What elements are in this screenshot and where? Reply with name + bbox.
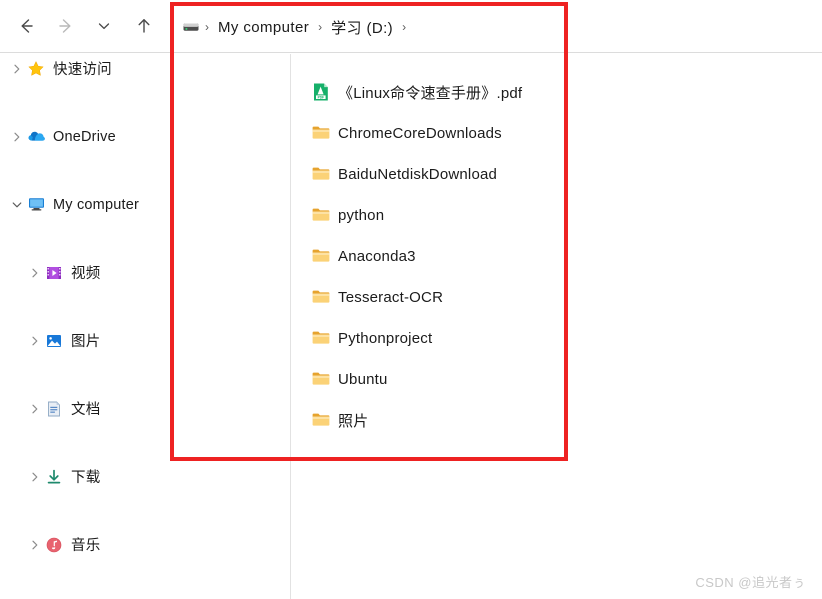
arrow-right-icon (59, 19, 71, 33)
folder-icon (310, 245, 332, 267)
music-icon (44, 535, 64, 555)
arrow-up-icon (138, 19, 150, 33)
sidebar-item-downloads[interactable]: 下载 (0, 462, 287, 491)
file-explorer-window: › My computer › 学习 (D:) › 快速访问 OneDrive … (0, 0, 822, 599)
drive-icon[interactable] (182, 18, 200, 36)
arrow-left-icon (21, 19, 33, 33)
folder-icon (310, 409, 332, 431)
folder-icon (310, 327, 332, 349)
file-name: Anaconda3 (338, 247, 416, 265)
chevron-right-icon[interactable] (26, 403, 44, 415)
sidebar-item-quick-access[interactable]: 快速访问 (0, 54, 287, 83)
recent-locations-button[interactable] (90, 12, 118, 40)
pictures-icon (44, 331, 64, 351)
file-list-item[interactable]: Tesseract-OCR (310, 284, 443, 310)
breadcrumb-item-drive-d[interactable]: 学习 (D:) (325, 15, 399, 40)
monitor-icon (26, 195, 46, 215)
navigation-toolbar: › My computer › 学习 (D:) › (0, 0, 822, 53)
folder-icon (310, 368, 332, 390)
sidebar-item-documents[interactable]: 文档 (0, 394, 287, 423)
file-list-item[interactable]: Pythonproject (310, 325, 432, 351)
navigation-pane[interactable]: 快速访问 OneDrive My computer 视频 图片 文档 下载 音乐 (0, 54, 291, 599)
videos-icon (44, 263, 64, 283)
folder-icon (310, 163, 332, 185)
breadcrumb-separator-trailing[interactable]: › (399, 21, 409, 33)
chevron-right-icon[interactable] (8, 63, 26, 75)
sidebar-item-onedrive[interactable]: OneDrive (0, 122, 287, 151)
sidebar-item-label: 视频 (71, 266, 101, 282)
file-name: Ubuntu (338, 370, 388, 388)
sidebar-item-videos[interactable]: 视频 (0, 258, 287, 287)
star-icon (26, 59, 46, 79)
chevron-right-icon[interactable] (26, 471, 44, 483)
forward-button[interactable] (52, 12, 80, 40)
breadcrumb-separator: › (205, 20, 209, 34)
file-name: BaiduNetdiskDownload (338, 165, 498, 183)
folder-icon (310, 204, 332, 226)
chevron-right-icon[interactable] (8, 131, 26, 143)
chevron-down-icon[interactable] (8, 199, 26, 211)
folder-icon (310, 122, 332, 144)
file-name: Tesseract-OCR (338, 288, 444, 306)
chevron-right-icon[interactable] (26, 335, 44, 347)
chevron-right-icon[interactable] (26, 539, 44, 551)
file-list-item[interactable]: PDF 《Linux命令速查手册》.pdf (310, 79, 522, 105)
sidebar-item-label: 文档 (71, 402, 101, 418)
breadcrumb-item-my-computer[interactable]: My computer (212, 17, 315, 38)
file-list-item[interactable]: BaiduNetdiskDownload (310, 161, 497, 187)
back-button[interactable] (12, 12, 40, 40)
sidebar-item-my-computer[interactable]: My computer (0, 190, 287, 219)
file-name: ChromeCoreDownloads (338, 124, 502, 142)
sidebar-item-label: My computer (53, 196, 139, 213)
file-name: 照片 (338, 412, 369, 430)
sidebar-item-pictures[interactable]: 图片 (0, 326, 287, 355)
folder-icon (310, 286, 332, 308)
sidebar-item-label: 下载 (71, 470, 101, 486)
sidebar-item-music[interactable]: 音乐 (0, 530, 287, 559)
file-name: 《Linux命令速查手册》.pdf (338, 84, 523, 102)
sidebar-item-label: 快速访问 (53, 62, 112, 78)
downloads-icon (44, 467, 64, 487)
pdf-file-icon: PDF (310, 81, 332, 103)
file-list-item[interactable]: python (310, 202, 384, 228)
sidebar-item-label: OneDrive (53, 128, 116, 145)
file-list-item[interactable]: ChromeCoreDownloads (310, 120, 502, 146)
up-button[interactable] (130, 12, 158, 40)
file-list-item[interactable]: Anaconda3 (310, 243, 416, 269)
sidebar-item-label: 图片 (71, 334, 101, 350)
file-name: Pythonproject (338, 329, 433, 347)
file-list-item[interactable]: 照片 (310, 407, 368, 433)
chevron-down-icon (98, 23, 110, 30)
sidebar-item-label: 音乐 (71, 538, 101, 554)
file-list-item[interactable]: Ubuntu (310, 366, 388, 392)
onedrive-cloud-icon (26, 127, 46, 147)
documents-icon (44, 399, 64, 419)
svg-text:PDF: PDF (318, 95, 324, 99)
watermark-text: CSDN @追光者ぅ (695, 575, 806, 590)
breadcrumb[interactable]: › My computer › 学习 (D:) › (178, 11, 409, 43)
file-list-pane[interactable]: PDF 《Linux命令速查手册》.pdf ChromeCoreDownload… (292, 54, 822, 599)
breadcrumb-separator: › (318, 20, 323, 34)
file-name: python (338, 206, 385, 224)
chevron-right-icon[interactable] (26, 267, 44, 279)
